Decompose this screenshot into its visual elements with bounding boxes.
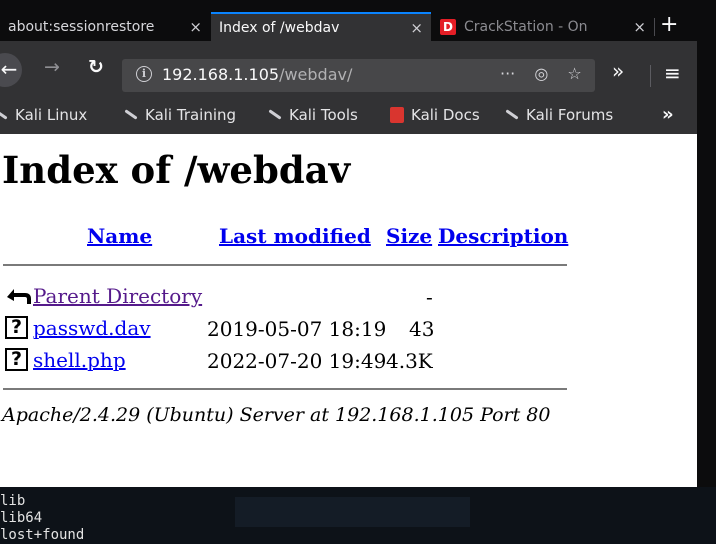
parent-directory-link[interactable]: Parent Directory <box>33 284 202 308</box>
bookmark-kali-docs[interactable]: Kali Docs <box>390 106 480 124</box>
file-size: 43 <box>409 317 435 341</box>
unknown-file-icon: ? <box>5 348 28 371</box>
bookmark-label: Kali Docs <box>411 106 480 124</box>
page-actions-icon[interactable]: ··· <box>500 64 515 83</box>
file-date: 2022-07-20 19:49 <box>207 349 387 373</box>
kali-docs-icon <box>390 107 404 123</box>
column-header-name[interactable]: Name <box>87 224 152 248</box>
terminal-highlight <box>235 497 470 527</box>
column-header-size[interactable]: Size <box>386 224 432 248</box>
tab-close-icon[interactable]: × <box>410 19 423 37</box>
toolbar-overflow-button[interactable]: » <box>612 59 624 83</box>
table-divider <box>3 264 567 266</box>
file-size: - <box>426 285 433 309</box>
page-title: Index of /webdav <box>2 148 351 192</box>
new-tab-button[interactable]: + <box>660 14 678 36</box>
file-size: 4.3K <box>386 349 433 373</box>
bookmark-kali-forums[interactable]: Kali Forums <box>505 106 613 124</box>
bookmark-kali-tools[interactable]: Kali Tools <box>268 106 358 124</box>
tab-index-webdav[interactable]: Index of /webdav × <box>211 12 431 41</box>
tab-session-restore[interactable]: about:sessionrestore × <box>0 12 210 41</box>
column-header-description[interactable]: Description <box>438 224 568 248</box>
url-actions: ··· ◎ ☆ <box>500 64 596 83</box>
url-path: /webdav/ <box>279 65 353 84</box>
back-button[interactable]: ← <box>0 53 22 87</box>
file-link-passwd-dav[interactable]: passwd.dav <box>33 316 151 340</box>
file-date: 2019-05-07 18:19 <box>207 317 387 341</box>
navigation-bar: ← → ↻ i 192.168.1.105/webdav/ ··· ◎ ☆ » … <box>0 41 697 98</box>
terminal-line: lost+found <box>0 527 85 543</box>
unknown-file-icon: ? <box>5 316 28 339</box>
bookmark-kali-training[interactable]: Kali Training <box>124 106 236 124</box>
url-host: 192.168.1.105 <box>162 65 280 84</box>
bookmark-label: Kali Training <box>145 106 237 124</box>
table-divider <box>3 388 567 390</box>
kali-dragon-icon <box>124 108 138 120</box>
window-edge <box>697 0 716 487</box>
kali-dragon-icon <box>268 108 282 120</box>
tab-crackstation[interactable]: D CrackStation - On × <box>432 12 654 41</box>
server-signature: Apache/2.4.29 (Ubuntu) Server at 192.168… <box>2 404 551 426</box>
forward-button[interactable]: → <box>44 56 60 78</box>
column-header-last-modified[interactable]: Last modified <box>219 224 371 248</box>
tab-label: CrackStation - On <box>464 18 588 35</box>
tab-close-icon[interactable]: × <box>633 18 646 36</box>
tab-close-icon[interactable]: × <box>189 18 202 36</box>
reload-button[interactable]: ↻ <box>88 56 104 78</box>
pocket-icon[interactable]: ◎ <box>534 64 548 83</box>
browser-window: about:sessionrestore × Index of /webdav … <box>0 0 697 487</box>
kali-dragon-icon <box>505 108 519 120</box>
tab-separator <box>654 18 655 36</box>
tab-bar: about:sessionrestore × Index of /webdav … <box>0 0 697 41</box>
url-bar[interactable]: i 192.168.1.105/webdav/ ··· ◎ ☆ <box>122 59 595 92</box>
hamburger-menu-icon[interactable]: ≡ <box>664 61 681 85</box>
bookmark-kali-linux[interactable]: Kali Linux <box>0 106 87 124</box>
bookmarks-overflow-button[interactable]: » <box>662 104 674 125</box>
tab-label: Index of /webdav <box>219 19 340 36</box>
kali-dragon-icon <box>0 108 8 120</box>
bookmark-label: Kali Tools <box>289 106 358 124</box>
bookmarks-toolbar: Kali Linux Kali Training Kali Tools Kali… <box>0 98 697 134</box>
url-text[interactable]: 192.168.1.105/webdav/ <box>162 65 352 84</box>
toolbar-separator <box>650 65 651 87</box>
bookmark-label: Kali Linux <box>15 106 88 124</box>
site-info-icon[interactable]: i <box>136 66 152 82</box>
bookmark-label: Kali Forums <box>526 106 614 124</box>
bookmark-star-icon[interactable]: ☆ <box>567 64 581 83</box>
back-folder-icon <box>5 284 33 311</box>
file-link-shell-php[interactable]: shell.php <box>33 348 126 372</box>
page-content: Index of /webdav Name Last modified Size… <box>0 134 697 487</box>
tab-label: about:sessionrestore <box>8 18 155 35</box>
crackstation-favicon-icon: D <box>440 18 456 35</box>
